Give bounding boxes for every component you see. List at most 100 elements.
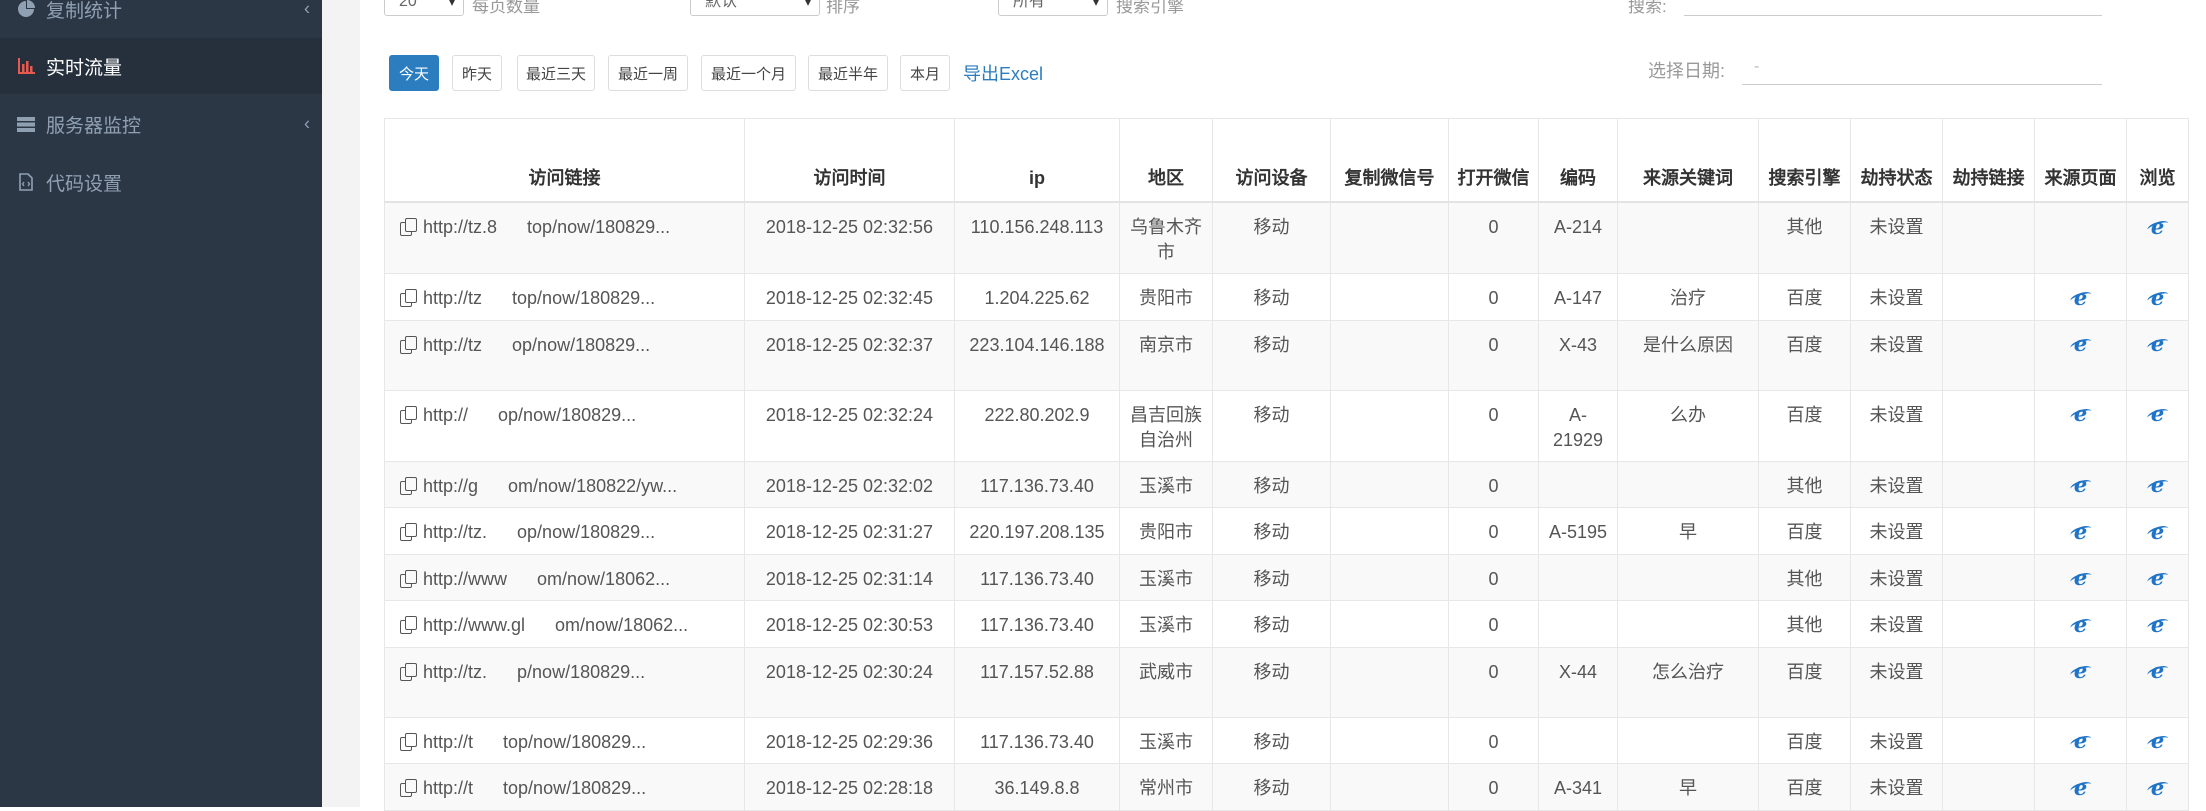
cell-url[interactable]: http://tz. op/now/180829... [384, 507, 745, 555]
btn-last-month[interactable]: 最近一个月 [701, 55, 796, 91]
col-header[interactable]: 访问链接 [384, 118, 745, 203]
url-text[interactable]: http://tz op/now/180829... [423, 335, 650, 355]
col-header[interactable]: ip [954, 118, 1120, 203]
url-text[interactable]: http://www.gl om/now/18062... [423, 615, 688, 635]
cell-url[interactable]: http://tz op/now/180829... [384, 319, 745, 391]
cell-view[interactable]: e [2126, 201, 2189, 274]
copy-link-icon[interactable] [399, 662, 417, 681]
browse-ie-icon[interactable]: e [2147, 285, 2169, 310]
browse-ie-icon[interactable]: e [2147, 331, 2169, 356]
col-header[interactable]: 访问时间 [744, 118, 955, 203]
col-header[interactable]: 打开微信 [1448, 118, 1539, 203]
source-page-ie-icon[interactable]: e [2070, 728, 2092, 753]
cell-view[interactable]: e [2126, 646, 2189, 718]
date-range-input[interactable]: - [1742, 49, 2102, 85]
cell-source-page[interactable]: e [2034, 553, 2127, 601]
col-header[interactable]: 来源关键词 [1617, 118, 1759, 203]
cell-view[interactable]: e [2126, 460, 2189, 508]
sidebar-item-copy-stats[interactable]: 复制统计 ‹ [0, 0, 322, 37]
browse-ie-icon[interactable]: e [2147, 565, 2169, 590]
url-text[interactable]: http://tz. p/now/180829... [423, 662, 645, 682]
browse-ie-icon[interactable]: e [2147, 612, 2169, 637]
browse-ie-icon[interactable]: e [2147, 214, 2169, 239]
url-text[interactable]: http:// op/now/180829... [423, 405, 636, 425]
source-page-ie-icon[interactable]: e [2070, 331, 2092, 356]
url-text[interactable]: http://tz. op/now/180829... [423, 522, 655, 542]
url-text[interactable]: http://tz.8 top/now/180829... [423, 217, 670, 237]
cell-view[interactable]: e [2126, 389, 2189, 462]
btn-last-3-days[interactable]: 最近三天 [517, 55, 595, 91]
sidebar-item-server-monitor[interactable]: 服务器监控 ‹ [0, 96, 322, 152]
source-page-ie-icon[interactable]: e [2070, 565, 2092, 590]
page-size-select[interactable]: 20 ▾ [384, 0, 464, 16]
cell-url[interactable]: http://tz. p/now/180829... [384, 646, 745, 718]
col-header[interactable]: 编码 [1538, 118, 1618, 203]
sidebar-item-realtime-traffic[interactable]: 实时流量 [0, 38, 322, 94]
browse-ie-icon[interactable]: e [2147, 775, 2169, 800]
col-header[interactable]: 访问设备 [1212, 118, 1331, 203]
cell-url[interactable]: http://tz.8 top/now/180829... [384, 201, 745, 274]
cell-url[interactable]: http://www om/now/18062... [384, 553, 745, 601]
cell-url[interactable]: http://tz top/now/180829... [384, 273, 745, 321]
source-page-ie-icon[interactable]: e [2070, 401, 2092, 426]
url-text[interactable]: http://www om/now/18062... [423, 569, 670, 589]
cell-source-page[interactable]: e [2034, 646, 2127, 718]
copy-link-icon[interactable] [399, 569, 417, 588]
copy-link-icon[interactable] [399, 476, 417, 495]
cell-url[interactable]: http:// op/now/180829... [384, 389, 745, 462]
col-header[interactable]: 复制微信号 [1330, 118, 1449, 203]
source-page-ie-icon[interactable]: e [2070, 519, 2092, 544]
cell-url[interactable]: http://www.gl om/now/18062... [384, 600, 745, 648]
cell-view[interactable]: e [2126, 716, 2189, 764]
source-page-ie-icon[interactable]: e [2070, 775, 2092, 800]
cell-view[interactable]: e [2126, 273, 2189, 321]
source-page-ie-icon[interactable]: e [2070, 612, 2092, 637]
copy-link-icon[interactable] [399, 616, 417, 634]
copy-link-icon[interactable] [399, 779, 417, 797]
search-input[interactable] [1684, 15, 2102, 16]
source-page-ie-icon[interactable]: e [2070, 658, 2092, 683]
cell-view[interactable]: e [2126, 319, 2189, 391]
engine-select[interactable]: 所有 ▾ [998, 0, 1108, 16]
col-header[interactable]: 浏览 [2126, 118, 2189, 203]
cell-source-page[interactable]: e [2034, 319, 2127, 391]
btn-today[interactable]: 今天 [389, 55, 439, 91]
export-excel-link[interactable]: 导出Excel [963, 60, 1043, 86]
btn-last-half-year[interactable]: 最近半年 [808, 55, 888, 91]
col-header[interactable]: 劫持链接 [1942, 118, 2035, 203]
browse-ie-icon[interactable]: e [2147, 472, 2169, 497]
copy-link-icon[interactable] [399, 289, 417, 307]
url-text[interactable]: http://g om/now/180822/yw... [423, 476, 677, 496]
copy-link-icon[interactable] [399, 405, 417, 424]
browse-ie-icon[interactable]: e [2147, 519, 2169, 544]
btn-this-month[interactable]: 本月 [900, 55, 950, 91]
cell-source-page[interactable]: e [2034, 389, 2127, 462]
col-header[interactable]: 搜索引擎 [1758, 118, 1851, 203]
cell-source-page[interactable]: e [2034, 763, 2127, 811]
browse-ie-icon[interactable]: e [2147, 658, 2169, 683]
source-page-ie-icon[interactable]: e [2070, 285, 2092, 310]
btn-last-week[interactable]: 最近一周 [608, 55, 688, 91]
browse-ie-icon[interactable]: e [2147, 401, 2169, 426]
copy-link-icon[interactable] [399, 523, 417, 541]
source-page-ie-icon[interactable]: e [2070, 472, 2092, 497]
url-text[interactable]: http://tz top/now/180829... [423, 288, 655, 308]
copy-link-icon[interactable] [399, 218, 417, 236]
col-header[interactable]: 地区 [1119, 118, 1213, 203]
cell-view[interactable]: e [2126, 600, 2189, 648]
url-text[interactable]: http://t top/now/180829... [423, 732, 646, 752]
cell-url[interactable]: http://t top/now/180829... [384, 763, 745, 811]
cell-url[interactable]: http://t top/now/180829... [384, 716, 745, 764]
cell-view[interactable]: e [2126, 507, 2189, 555]
sidebar-item-code-settings[interactable]: 代码设置 [0, 154, 322, 210]
cell-source-page[interactable]: e [2034, 460, 2127, 508]
cell-url[interactable]: http://g om/now/180822/yw... [384, 460, 745, 508]
cell-source-page[interactable]: e [2034, 273, 2127, 321]
cell-view[interactable]: e [2126, 763, 2189, 811]
col-header[interactable]: 来源页面 [2034, 118, 2127, 203]
col-header[interactable]: 劫持状态 [1850, 118, 1943, 203]
browse-ie-icon[interactable]: e [2147, 728, 2169, 753]
cell-source-page[interactable]: e [2034, 716, 2127, 764]
url-text[interactable]: http://t top/now/180829... [423, 778, 646, 798]
btn-yesterday[interactable]: 昨天 [452, 55, 502, 91]
